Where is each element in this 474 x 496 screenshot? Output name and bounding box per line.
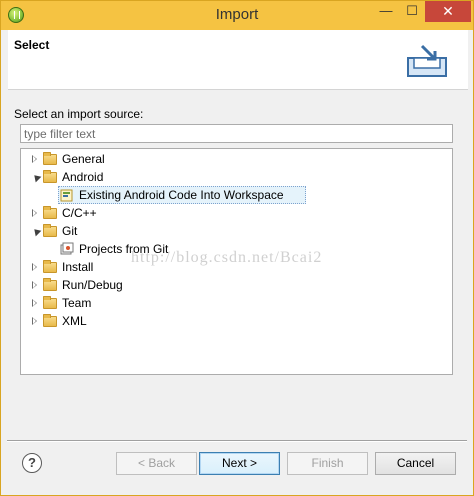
folder-icon: [43, 296, 57, 309]
tree-item-label: General: [62, 152, 105, 166]
cancel-button[interactable]: Cancel: [375, 452, 456, 475]
expand-arrow-icon[interactable]: [32, 263, 37, 271]
footer-separator: [7, 440, 467, 442]
expand-arrow-icon[interactable]: [32, 299, 37, 307]
page-title: Select: [14, 38, 50, 52]
folder-open-icon: [43, 170, 57, 183]
maximize-button[interactable]: ☐: [399, 1, 425, 22]
tree-item-label: Run/Debug: [62, 278, 123, 292]
title-bar[interactable]: Import — ☐ ✕: [1, 1, 473, 30]
collapse-arrow-icon[interactable]: [28, 223, 42, 237]
next-button[interactable]: Next >: [199, 452, 280, 475]
import-source-label: Select an import source:: [14, 107, 144, 121]
android-project-icon: [60, 189, 73, 202]
help-icon[interactable]: ?: [22, 453, 42, 473]
expand-arrow-icon[interactable]: [32, 281, 37, 289]
folder-icon: [43, 278, 57, 291]
tree-item-label: C/C++: [62, 206, 97, 220]
folder-icon: [43, 260, 57, 273]
expand-arrow-icon[interactable]: [32, 209, 37, 217]
folder-icon: [43, 314, 57, 327]
wizard-header: Select: [8, 30, 468, 90]
tree-item-label: XML: [62, 314, 87, 328]
tree-item-label: Install: [62, 260, 94, 274]
expand-arrow-icon[interactable]: [32, 317, 37, 325]
close-button[interactable]: ✕: [425, 1, 471, 22]
tree-item-label: Existing Android Code Into Workspace: [79, 188, 284, 202]
tree-item-label: Team: [62, 296, 92, 310]
expand-arrow-icon[interactable]: [32, 155, 37, 163]
blog-watermark: http://blog.csdn.net/Bcai2: [131, 249, 323, 266]
folder-icon: [43, 206, 57, 219]
minimize-button[interactable]: —: [373, 1, 399, 22]
collapse-arrow-icon[interactable]: [28, 169, 42, 183]
folder-icon: [43, 152, 57, 165]
git-projects-icon: [60, 242, 74, 255]
tree-item-label: Android: [62, 170, 104, 184]
import-wizard-icon: [407, 44, 447, 77]
finish-button[interactable]: Finish: [287, 452, 368, 475]
folder-open-icon: [43, 224, 57, 237]
filter-input[interactable]: [20, 124, 453, 143]
back-button[interactable]: < Back: [116, 452, 197, 475]
tree-item-label: Git: [62, 224, 78, 238]
